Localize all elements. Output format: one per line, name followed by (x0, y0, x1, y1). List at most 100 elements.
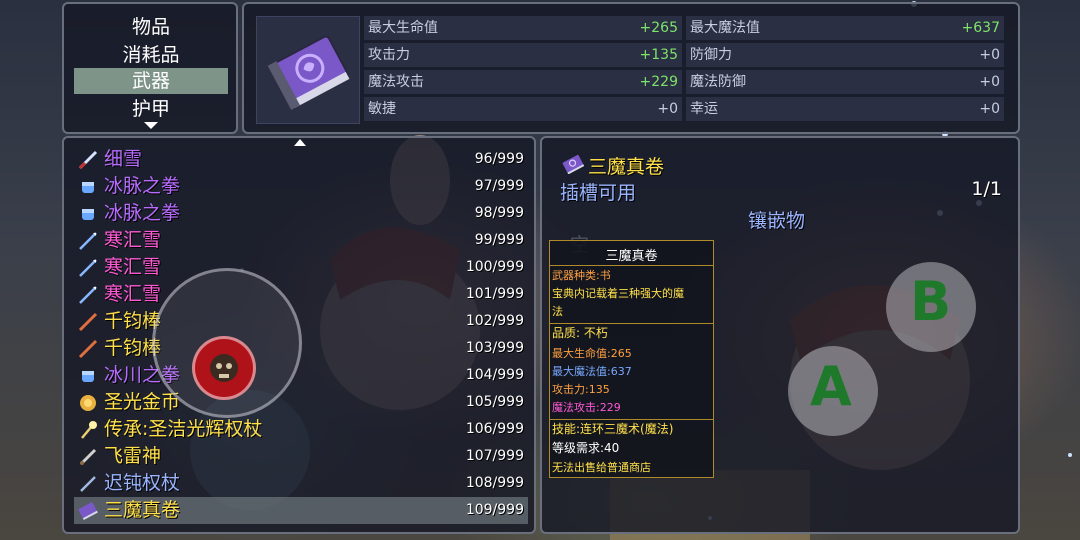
item-list-row[interactable]: 冰脉之拳 98/999 (74, 200, 528, 227)
coin-icon (80, 395, 96, 411)
tooltip-item-name: 三魔真卷 (605, 249, 658, 264)
inlay-button[interactable]: 镶嵌物 (748, 206, 805, 233)
spellbook-icon (562, 154, 584, 174)
gauntlet-icon (82, 182, 94, 193)
item-name: 寒汇雪 (104, 283, 162, 305)
item-quantity: 98/999 (474, 205, 524, 221)
stat-value: +229 (639, 74, 678, 90)
staff-icon (78, 312, 98, 332)
tooltip-skill: 技能:连环三魔术(魔法) (552, 422, 674, 436)
gauntlet-icon (82, 209, 94, 220)
stat-value: +135 (639, 47, 678, 63)
stat-name: 魔法攻击 (368, 74, 424, 90)
slot-count: 1/1 (971, 178, 1002, 200)
stat-row: 魔法攻击 +229 魔法防御 +0 (364, 70, 1004, 95)
item-name: 飞雷神 (104, 445, 162, 467)
item-name: 冰脉之拳 (104, 202, 181, 224)
item-name: 细雪 (104, 148, 143, 170)
item-name: 传承:圣洁光辉权杖 (104, 418, 263, 440)
stat-row: 敏捷 +0 幸运 +0 (364, 97, 1004, 122)
item-quantity: 103/999 (465, 340, 524, 356)
category-weapons[interactable]: 武器 (74, 68, 228, 94)
item-list-row[interactable]: 冰脉之拳 97/999 (74, 173, 528, 200)
tooltip-divider (550, 265, 713, 266)
stat-defense: 防御力 +0 (686, 43, 1004, 68)
stat-value: +637 (961, 20, 1000, 36)
joystick-knob[interactable] (192, 336, 256, 400)
item-name: 迟钝权杖 (104, 472, 181, 494)
stat-name: 防御力 (690, 47, 732, 63)
item-quantity: 101/999 (465, 286, 524, 302)
item-name: 寒汇雪 (104, 256, 162, 278)
stat-agility: 敏捷 +0 (364, 97, 682, 122)
item-list-row[interactable]: 寒汇雪 101/999 (74, 281, 528, 308)
item-quantity: 107/999 (465, 448, 524, 464)
item-list-row[interactable]: 细雪 96/999 (74, 146, 528, 173)
stat-value: +0 (657, 101, 678, 117)
tooltip-description: 宝典内记载着三种强大的魔 (552, 287, 684, 300)
item-list-row[interactable]: 寒汇雪 99/999 (74, 227, 528, 254)
tooltip-level-req: 等级需求:40 (552, 441, 620, 455)
item-name: 三魔真卷 (104, 499, 181, 521)
item-quantity: 97/999 (474, 178, 524, 194)
stat-max-hp: 最大生命值 +265 (364, 16, 682, 41)
item-list-row[interactable]: 圣光金币 105/999 (74, 389, 528, 416)
item-list-row[interactable]: 三魔真卷 109/999 (74, 497, 528, 524)
tooltip-quality: 品质: 不朽 (552, 326, 608, 340)
category-armor[interactable]: 护甲 (74, 96, 228, 122)
b-button-label: B (910, 270, 952, 333)
item-quantity: 102/999 (465, 313, 524, 329)
scroll-down-arrow-icon[interactable] (144, 122, 158, 129)
tooltip-weapon-type: 武器种类:书 (552, 269, 611, 282)
tooltip-divider (550, 323, 713, 324)
item-quantity: 105/999 (465, 394, 524, 410)
a-button-label: A (810, 355, 852, 418)
stat-magic-attack: 魔法攻击 +229 (364, 70, 682, 95)
item-quantity: 100/999 (465, 259, 524, 275)
item-quantity: 108/999 (465, 475, 524, 491)
spellbook-icon (267, 35, 350, 110)
spellbook-icon (78, 502, 98, 521)
skull-icon (210, 354, 238, 382)
stat-name: 幸运 (690, 101, 718, 117)
tooltip-magic-attack: 魔法攻击:229 (552, 401, 621, 414)
tooltip-max-mp: 最大魔法值:637 (552, 365, 632, 378)
detail-item-title: 三魔真卷 (588, 156, 665, 178)
staff-icon (78, 339, 98, 359)
category-consumables[interactable]: 消耗品 (74, 42, 228, 68)
spear-icon (79, 259, 97, 277)
gauntlet-icon (82, 371, 94, 382)
item-list-row[interactable]: 传承:圣洁光辉权杖 106/999 (74, 416, 528, 443)
kunai-icon (79, 448, 97, 466)
spear-icon (79, 232, 97, 250)
item-list-row[interactable]: 冰川之拳 104/999 (74, 362, 528, 389)
equipped-item-icon-box (256, 16, 360, 124)
wand-icon (80, 476, 96, 492)
slot-available-label: 插槽可用 (560, 182, 637, 204)
item-list-row[interactable]: 迟钝权杖 108/999 (74, 470, 528, 497)
tooltip-shop-note: 无法出售给普通商店 (552, 461, 651, 474)
sword-icon (78, 150, 98, 170)
stat-name: 攻击力 (368, 47, 410, 63)
stat-row: 最大生命值 +265 最大魔法值 +637 (364, 16, 1004, 41)
stats-panel: 最大生命值 +265 最大魔法值 +637 攻击力 +135 防御力 +0 魔法… (242, 2, 1020, 134)
item-list-row[interactable]: 寒汇雪 100/999 (74, 254, 528, 281)
item-name: 圣光金币 (104, 391, 181, 413)
stat-magic-defense: 魔法防御 +0 (686, 70, 1004, 95)
item-quantity: 109/999 (465, 502, 524, 518)
scroll-up-arrow-icon[interactable] (294, 139, 306, 146)
item-name: 冰脉之拳 (104, 175, 181, 197)
stat-value: +265 (639, 20, 678, 36)
tooltip-divider (550, 419, 713, 420)
item-list-row[interactable]: 飞雷神 107/999 (74, 443, 528, 470)
item-quantity: 96/999 (474, 151, 524, 167)
tooltip-description-cont: 法 (552, 305, 563, 318)
tooltip-attack: 攻击力:135 (552, 383, 610, 396)
item-name: 寒汇雪 (104, 229, 162, 251)
stat-value: +0 (979, 74, 1000, 90)
spear-icon (79, 286, 97, 304)
stat-value: +0 (979, 101, 1000, 117)
category-items[interactable]: 物品 (74, 14, 228, 40)
stat-row: 攻击力 +135 防御力 +0 (364, 43, 1004, 68)
stat-name: 魔法防御 (690, 74, 746, 90)
